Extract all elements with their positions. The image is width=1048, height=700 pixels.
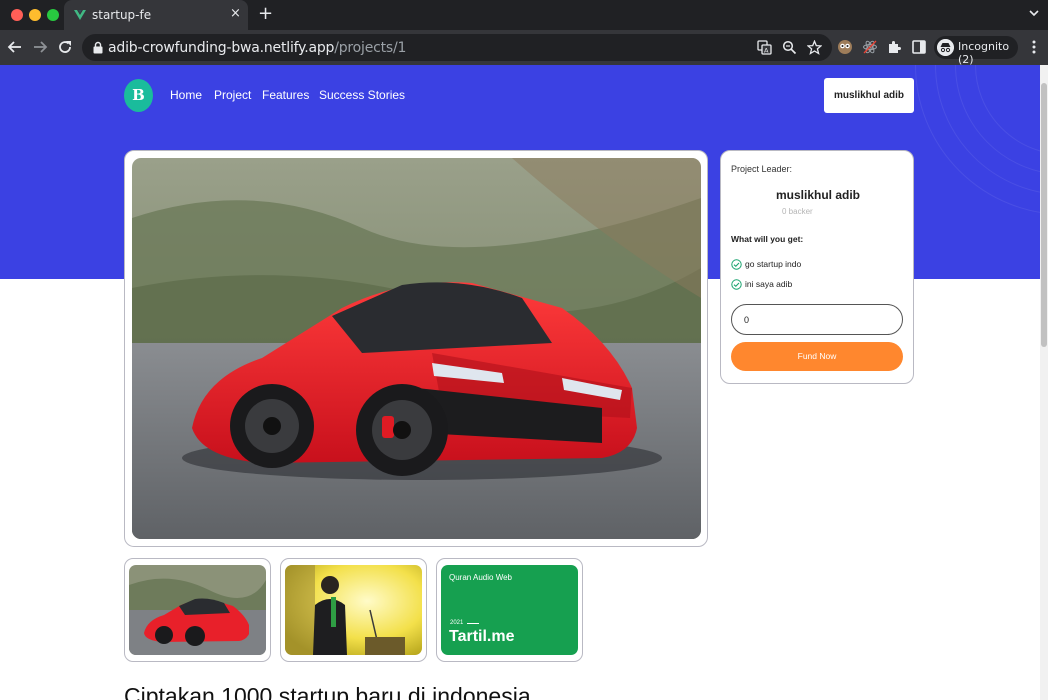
car-photo (132, 158, 701, 539)
nav-link-project[interactable]: Project (214, 88, 251, 102)
nav-link-home[interactable]: Home (170, 88, 202, 102)
back-icon[interactable] (6, 38, 24, 56)
gallery-thumb-car[interactable] (124, 558, 271, 662)
gallery-thumb-tartil[interactable]: Quran Audio Web 2021 Tartil.me (436, 558, 583, 662)
fund-amount-input[interactable] (731, 304, 903, 335)
puzzle-icon[interactable] (887, 39, 903, 55)
zoom-icon[interactable] (782, 40, 797, 55)
project-main-image[interactable] (132, 158, 701, 539)
thumb-tartil-card: Quran Audio Web 2021 Tartil.me (441, 565, 578, 655)
window-close-button[interactable] (11, 9, 23, 21)
thumb-image (285, 565, 422, 655)
tab-close-icon[interactable]: × (230, 6, 241, 21)
page-scrollbar[interactable] (1040, 65, 1048, 700)
svg-text:A: A (764, 47, 769, 55)
project-heading: Ciptakan 1000 startup baru di indonesia (124, 683, 531, 700)
funding-card: Project Leader: muslikhul adib 0 backer … (720, 150, 914, 384)
reload-icon[interactable] (56, 38, 74, 56)
car-thumbnail (129, 565, 266, 655)
incognito-icon (937, 39, 954, 56)
forward-icon[interactable] (31, 38, 49, 56)
project-leader-name: muslikhul adib (775, 188, 860, 202)
window-zoom-button[interactable] (47, 9, 59, 21)
check-circle-icon (731, 279, 742, 290)
incognito-profile-button[interactable]: Incognito (2) (934, 36, 1018, 66)
project-leader-label: Project Leader: (731, 164, 793, 174)
vue-favicon-icon (74, 10, 86, 20)
translate-icon[interactable]: A (757, 40, 772, 55)
new-tab-button[interactable]: + (258, 3, 273, 24)
tartil-year: 2021 (450, 620, 464, 626)
perk-text: ini saya adib (745, 279, 793, 289)
backer-count: 0 backer (782, 207, 813, 216)
menu-icon[interactable] (1031, 39, 1037, 55)
nav-link-features[interactable]: Features (262, 88, 309, 102)
check-circle-icon (731, 259, 742, 270)
perk-text: go startup indo (745, 259, 802, 269)
thumb-image (129, 565, 266, 655)
tartil-subtitle: Quran Audio Web (449, 573, 513, 582)
profile-label: Incognito (2) (958, 40, 1010, 66)
browser-toolbar: adib-crowfunding-bwa.netlify.app/project… (0, 30, 1048, 66)
lock-icon[interactable] (92, 41, 104, 54)
tartil-divider (467, 623, 479, 624)
page-viewport: B Home Project Features Success Stories … (0, 65, 1048, 700)
url-text[interactable]: adib-crowfunding-bwa.netlify.app/project… (108, 40, 406, 56)
gallery-thumb-speaker[interactable] (280, 558, 427, 662)
url-host: adib-crowfunding-bwa.netlify.app (108, 40, 335, 56)
project-image-card (124, 150, 708, 547)
tab-search-chevron-icon[interactable] (1028, 7, 1040, 19)
speaker-thumbnail (285, 565, 422, 655)
window-minimize-button[interactable] (29, 9, 41, 21)
brand-logo[interactable]: B (124, 79, 153, 112)
tartil-name: Tartil.me (449, 628, 515, 645)
sidepanel-icon[interactable] (911, 39, 927, 55)
url-path: /projects/1 (334, 40, 407, 56)
scrollbar-thumb[interactable] (1041, 83, 1047, 347)
extension-react-icon[interactable] (862, 39, 878, 55)
nav-link-success-stories[interactable]: Success Stories (319, 88, 405, 102)
extension-owl-icon[interactable] (837, 39, 853, 55)
address-bar[interactable]: adib-crowfunding-bwa.netlify.app/project… (82, 34, 832, 61)
tab-title: startup-fe (92, 8, 152, 22)
browser-tab-bar: startup-fe × + (0, 0, 1048, 30)
user-menu-button[interactable]: muslikhul adib (824, 78, 914, 113)
fund-now-button[interactable]: Fund Now (731, 342, 903, 371)
browser-tab[interactable]: startup-fe × (64, 0, 248, 30)
perks-title: What will you get: (731, 234, 804, 244)
star-icon[interactable] (807, 40, 822, 55)
